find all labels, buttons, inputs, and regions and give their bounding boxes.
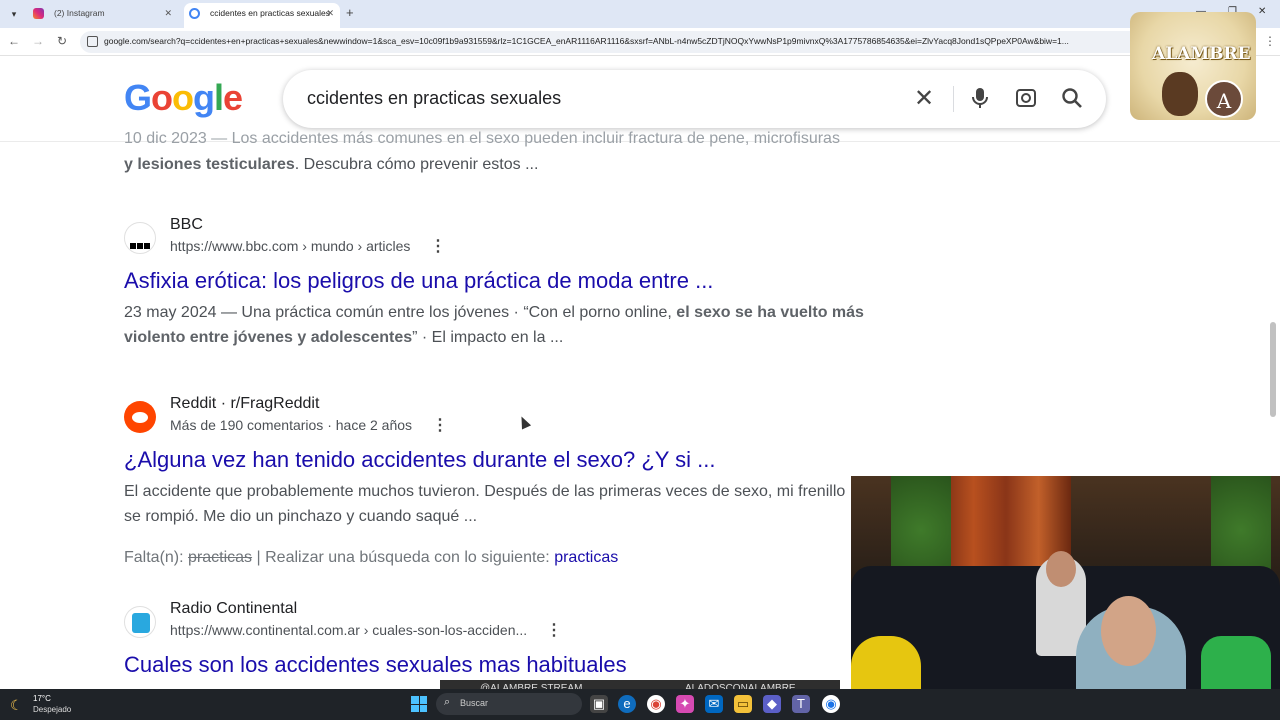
google-icon [189, 8, 200, 19]
app-icon[interactable]: ◆ [763, 695, 781, 713]
taskbar-search[interactable]: ⌕ Buscar [436, 693, 582, 715]
teams-icon[interactable]: T [792, 695, 810, 713]
camera-lens-icon[interactable] [1013, 86, 1039, 112]
search-icon[interactable] [1059, 86, 1085, 112]
clear-icon[interactable]: ✕ [911, 86, 937, 112]
missing-separator: | Realizar una búsqueda con lo siguiente… [252, 549, 555, 566]
bbc-favicon[interactable] [124, 222, 156, 254]
instagram-icon [33, 8, 44, 19]
logo-letter: o [172, 77, 194, 118]
account-avatar[interactable]: A [1205, 80, 1243, 118]
snippet-text: . Descubra cómo prevenir estos ... [294, 156, 539, 173]
webcam-overlay [851, 476, 1280, 720]
top-snippet: y lesiones testiculares. Descubra cómo p… [124, 152, 538, 178]
forward-icon[interactable]: → [30, 34, 46, 48]
search-icon: ⌕ [444, 696, 451, 708]
edge-icon[interactable]: e [618, 695, 636, 713]
reddit-favicon[interactable] [124, 401, 156, 433]
logo-letter: l [214, 77, 224, 118]
snippet-bold: y lesiones testiculares [124, 156, 295, 173]
divider [953, 86, 954, 112]
taskbar-search-label: Buscar [460, 698, 489, 708]
chrome-active-icon[interactable]: ◉ [822, 695, 840, 713]
result-title[interactable]: Cuales son los accidentes sexuales mas h… [124, 652, 627, 678]
result-url[interactable]: https://www.bbc.com › mundo › articles [170, 238, 410, 254]
result-site-name[interactable]: BBC [170, 216, 203, 234]
continental-logo-icon [132, 613, 150, 633]
copilot-icon[interactable]: ✦ [676, 695, 694, 713]
close-window-icon[interactable]: ✕ [1258, 6, 1266, 17]
google-logo[interactable]: Google [124, 77, 243, 119]
snippet-text: 23 may 2024 — Una práctica común entre l… [124, 304, 677, 321]
file-explorer-icon[interactable]: ▭ [734, 695, 752, 713]
close-icon[interactable]: ✕ [326, 3, 334, 24]
continental-favicon[interactable] [124, 606, 156, 638]
search-box[interactable]: ccidentes en practicas sexuales ✕ [283, 70, 1106, 128]
logo-letter: o [151, 77, 173, 118]
chrome-icon[interactable]: ◉ [647, 695, 665, 713]
bbc-logo-icon [130, 236, 151, 254]
browser-menu-icon[interactable]: ⋮ [1262, 34, 1278, 48]
partial-snippet-line: 10 dic 2023 — Los accidentes más comunes… [124, 130, 840, 147]
result-meta: Más de 190 comentarios · hace 2 años [170, 417, 413, 433]
taskbar: ☾ 17°C Despejado ⌕ Buscar ▣ e ◉ ✦ ✉ ▭ ◆ … [0, 689, 1280, 720]
logo-letter: g [193, 77, 215, 118]
result-snippet: El accidente que probablemente muchos tu… [124, 483, 846, 525]
site-info-icon[interactable] [87, 36, 98, 47]
result-url[interactable]: https://www.continental.com.ar › cuales-… [170, 622, 527, 638]
url-field[interactable]: google.com/search?q=ccidentes+en+practic… [80, 31, 1250, 53]
address-bar: ← → ↻ google.com/search?q=ccidentes+en+p… [0, 28, 1280, 56]
missing-label: Falta(n): [124, 549, 184, 566]
moon-icon: ☾ [10, 697, 23, 713]
more-options-icon[interactable]: ⋮ [430, 236, 446, 256]
microphone-icon[interactable] [967, 86, 993, 112]
tab-google-search[interactable]: ccidentes en practicas sexuales ✕ [184, 3, 340, 28]
missing-terms: Falta(n): practicas | Realizar una búsqu… [124, 549, 618, 567]
tab-search-button[interactable]: ▾ [6, 6, 22, 22]
store-icon[interactable]: ✉ [705, 695, 723, 713]
url-text: google.com/search?q=ccidentes+en+practic… [104, 36, 1069, 46]
stream-brand: ALAMBRE [1152, 44, 1251, 64]
tab-strip: ▾ (2) Instagram ✕ ccidentes en practicas… [0, 0, 1280, 28]
tab-instagram[interactable]: (2) Instagram ✕ [28, 3, 178, 28]
search-with-term-link[interactable]: practicas [554, 549, 618, 566]
back-icon[interactable]: ← [6, 34, 22, 48]
tab-label: ccidentes en practicas sexuales [210, 8, 331, 18]
reload-icon[interactable]: ↻ [54, 34, 70, 48]
logo-letter: G [124, 77, 152, 118]
logo-letter: e [223, 77, 243, 118]
reddit-logo-icon [124, 401, 156, 433]
windows-start-icon[interactable] [411, 696, 427, 712]
task-view-icon[interactable]: ▣ [590, 695, 608, 713]
result-title[interactable]: Asfixia erótica: los peligros de una prá… [124, 268, 713, 294]
more-options-icon[interactable]: ⋮ [546, 620, 562, 640]
result-site-name[interactable]: Reddit · r/FragReddit [170, 395, 319, 413]
more-options-icon[interactable]: ⋮ [432, 415, 448, 435]
mouse-cursor-icon [516, 414, 532, 430]
page-scrollbar[interactable] [1270, 322, 1276, 417]
weather-condition: Despejado [33, 705, 72, 714]
temperature: 17°C [33, 694, 51, 703]
result-snippet: 23 may 2024 — Una práctica común entre l… [124, 300, 884, 350]
missing-term: practicas [188, 549, 253, 566]
close-icon[interactable]: ✕ [164, 3, 172, 24]
tab-label: (2) Instagram [54, 8, 105, 18]
new-tab-button[interactable]: + [346, 5, 354, 20]
snippet-text: ” · El impacto en la ... [412, 329, 564, 346]
portrait-icon [1162, 72, 1198, 116]
result-site-name[interactable]: Radio Continental [170, 600, 297, 618]
result-title[interactable]: ¿Alguna vez han tenido accidentes durant… [124, 447, 716, 473]
search-input[interactable]: ccidentes en practicas sexuales [307, 88, 561, 109]
